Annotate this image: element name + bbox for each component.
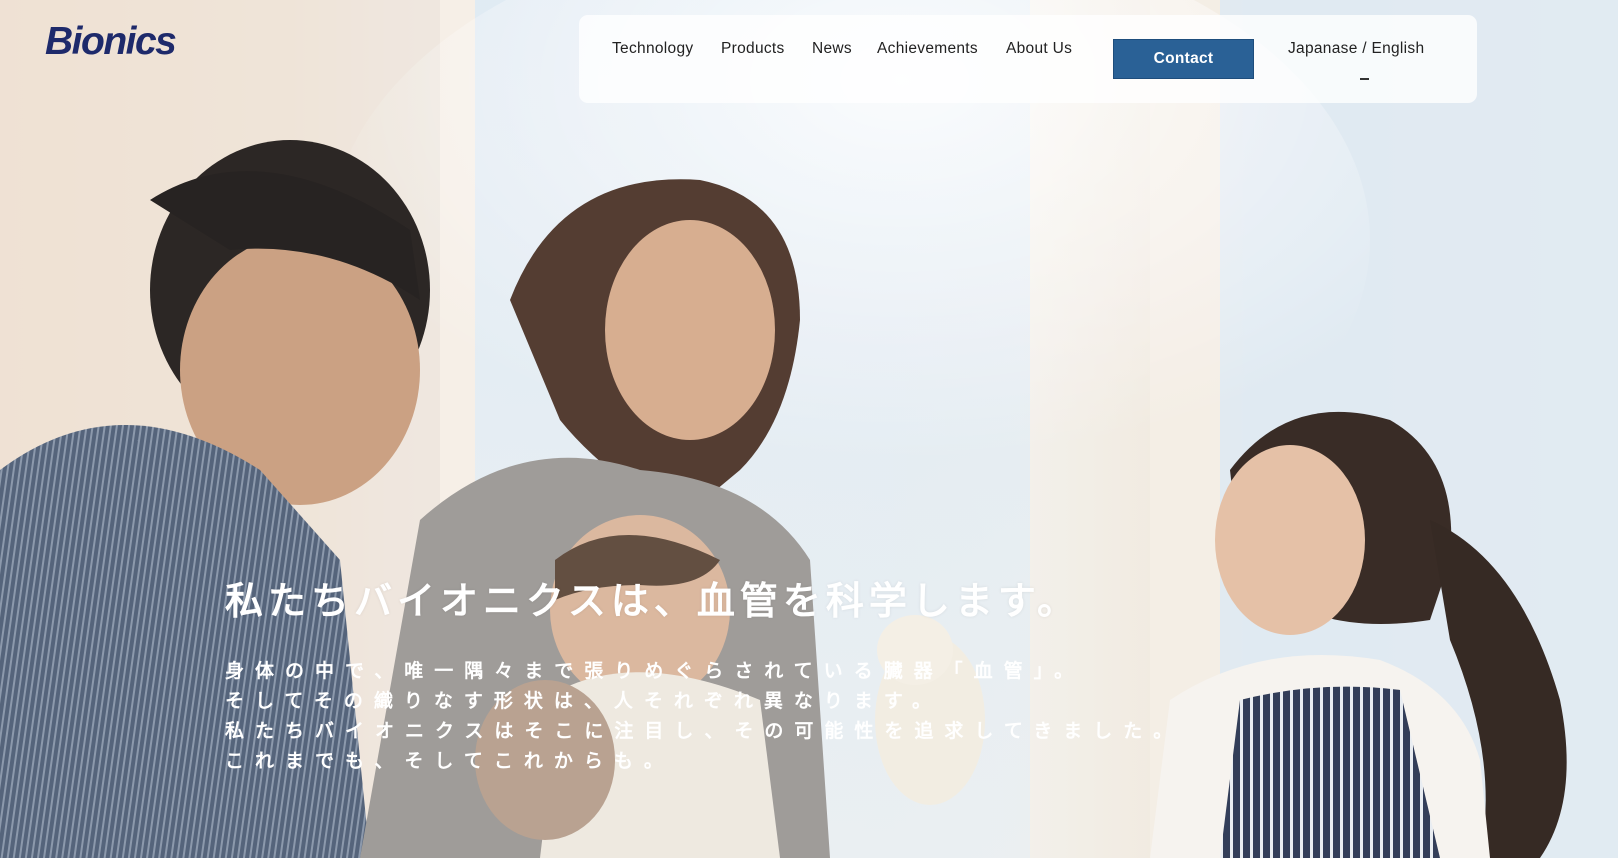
hero-body-line: これまでも、そしてこれからも。: [225, 750, 674, 772]
hero-body-line: 私たちバイオニクスはそこに注目し、その可能性を追求してきました。: [225, 720, 1184, 742]
nav-item-news[interactable]: News: [812, 40, 852, 58]
top-navigation: [579, 15, 1477, 103]
nav-item-technology[interactable]: Technology: [612, 40, 693, 58]
language-switcher[interactable]: Japanase / English: [1288, 40, 1424, 58]
nav-item-about-us[interactable]: About Us: [1006, 40, 1072, 58]
nav-item-products[interactable]: Products: [721, 40, 785, 58]
hero-body-line: そしてその織りなす形状は、人それぞれ異なります。: [225, 690, 942, 712]
hero-body-text: 身体の中で、唯一隅々まで張りめぐらされている臓器「血管」。 そしてその織りなす形…: [225, 656, 1183, 776]
contact-button[interactable]: Contact: [1113, 39, 1254, 79]
nav-item-achievements[interactable]: Achievements: [877, 40, 978, 58]
bionics-logo[interactable]: Bionics: [45, 22, 177, 61]
hero-headline: 私たちバイオニクスは、血管を科学します。: [225, 579, 1081, 623]
language-active-indicator: [1360, 78, 1369, 80]
hero-body-line: 身体の中で、唯一隅々まで張りめぐらされている臓器「血管」。: [225, 660, 1085, 682]
